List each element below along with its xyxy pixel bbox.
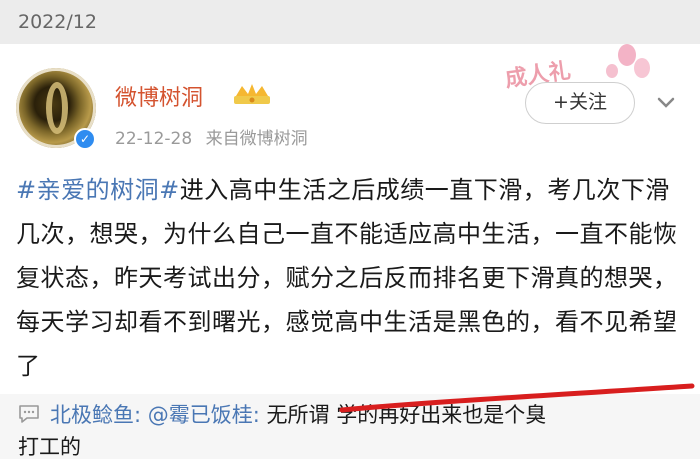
comment-text: 北极鲶鱼: @霉已饭桂: 无所谓 学的再好出来也是个臭 (50, 396, 690, 434)
hashtag-link[interactable]: #亲爱的树洞# (16, 176, 180, 204)
user-name[interactable]: 微博树洞 (115, 80, 203, 112)
comment-mention[interactable]: @霉已饭桂: (148, 403, 260, 427)
avatar-image (46, 82, 68, 134)
comment-icon (19, 405, 39, 423)
follow-button[interactable]: +关注 (525, 82, 635, 124)
crown-icon (234, 84, 270, 104)
comment-content: 无所谓 学的再好出来也是个臭 (259, 403, 547, 427)
comment-content-continued: 打工的 (18, 435, 81, 459)
post-source[interactable]: 来自微博树洞 (206, 129, 308, 149)
post-body: #亲爱的树洞#进入高中生活之后成绩一直下滑，考几次下滑几次，想哭，为什么自己一直… (16, 168, 688, 388)
comment-row: 北极鲶鱼: @霉已饭桂: 无所谓 学的再好出来也是个臭 打工的 (0, 394, 700, 459)
balloon-icon (618, 44, 636, 66)
post-date: 22-12-28 (115, 129, 193, 149)
post-text: 进入高中生活之后成绩一直下滑，考几次下滑几次，想哭，为什么自己一直不能适应高中生… (16, 176, 678, 380)
balloon-icon (606, 64, 618, 78)
verified-icon: ✓ (74, 128, 96, 150)
date-label: 2022/12 (18, 11, 97, 33)
comment-author[interactable]: 北极鲶鱼: (50, 403, 141, 427)
post-card: ✓ 微博树洞 22-12-28 来自微博树洞 成人礼 +关注 #亲爱的树洞#进入… (0, 44, 700, 459)
date-header: 2022/12 (0, 0, 700, 44)
chevron-down-icon[interactable] (654, 90, 678, 114)
post-meta: 22-12-28 来自微博树洞 (115, 124, 316, 149)
balloon-icon (634, 58, 650, 78)
